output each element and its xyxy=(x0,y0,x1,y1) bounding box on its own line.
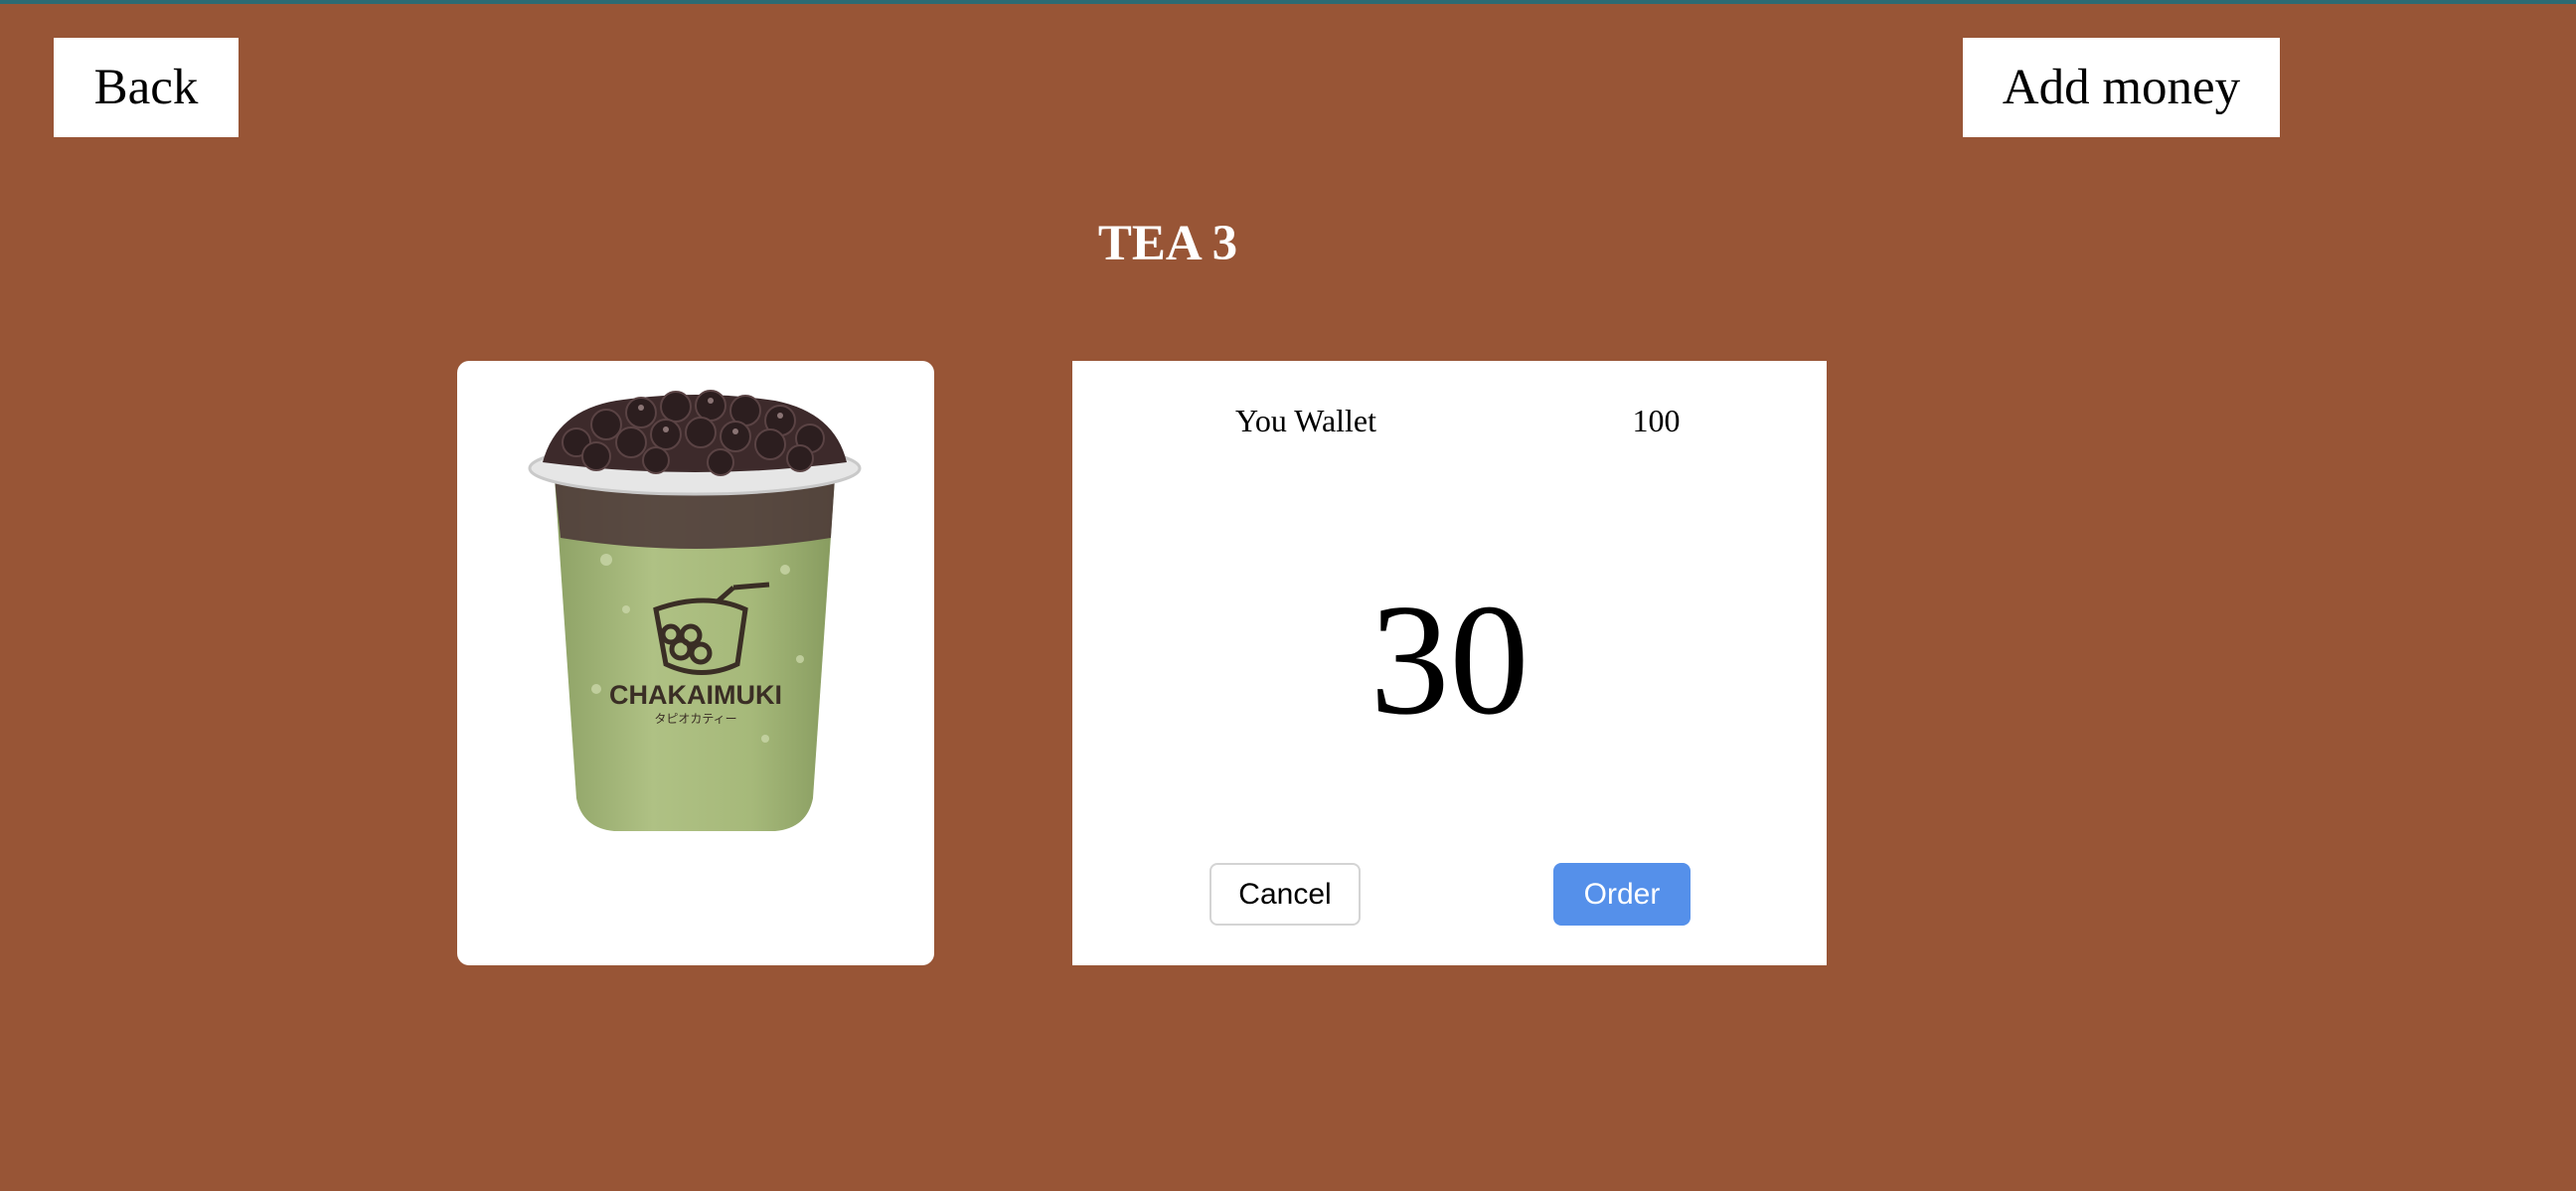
bubble-tea-cup-image: CHAKAIMUKI タピオカティー xyxy=(528,390,862,831)
order-button[interactable]: Order xyxy=(1553,863,1690,926)
product-image-card: CHAKAIMUKI タピオカティー xyxy=(457,361,934,965)
wallet-balance: 100 xyxy=(1632,403,1681,438)
wallet-label: You Wallet xyxy=(1234,403,1377,438)
cancel-button[interactable]: Cancel xyxy=(1209,863,1361,926)
order-panel: You Wallet 100 30 Cancel Order xyxy=(1072,361,1827,965)
window-top-border xyxy=(0,0,2576,4)
page-title: TEA 3 xyxy=(1097,216,1238,271)
add-money-button[interactable]: Add money xyxy=(1963,38,2280,137)
product-price: 30 xyxy=(1369,571,1530,748)
brand-logo-text: CHAKAIMUKI xyxy=(609,680,782,710)
brand-logo-subtext: タピオカティー xyxy=(654,712,736,726)
back-button[interactable]: Back xyxy=(54,38,239,137)
